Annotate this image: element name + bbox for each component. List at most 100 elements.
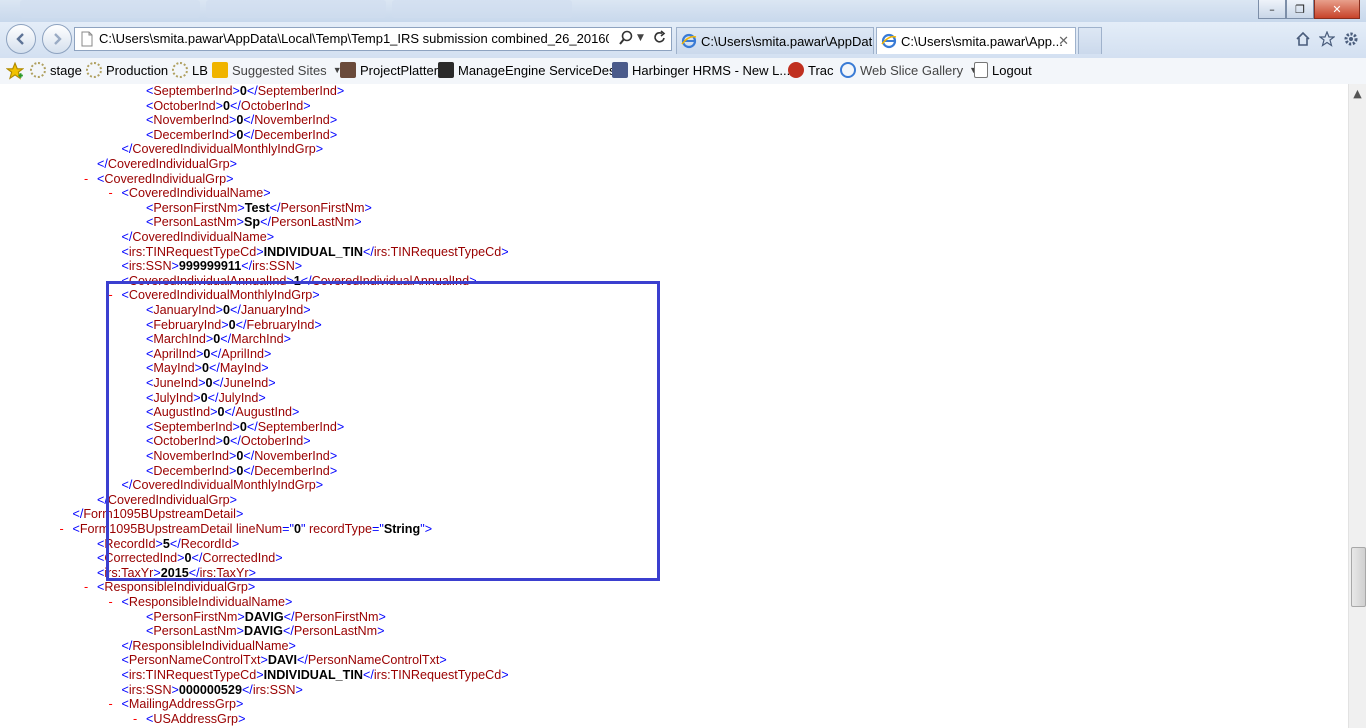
collapse-toggle[interactable]: - <box>109 697 113 712</box>
vertical-scrollbar[interactable]: ▲ <box>1348 84 1366 728</box>
xml-tag-name: irs:SSN <box>128 682 172 697</box>
xml-attribute-value: 0 <box>293 522 301 536</box>
xml-line: <PersonFirstNm>DAVIG</PersonFirstNm> <box>146 610 386 625</box>
xml-line: <OctoberInd>0</OctoberInd> <box>146 99 311 114</box>
favorite-trac[interactable]: Trac <box>788 62 834 78</box>
xml-line: <AugustInd>0</AugustInd> <box>146 405 299 420</box>
favorite-web-slice-gallery[interactable]: Web Slice Gallery ▼ <box>840 62 978 78</box>
xml-bracket: > <box>439 653 447 668</box>
xml-line: </ResponsibleIndividualName> <box>122 639 296 654</box>
collapse-toggle[interactable]: - <box>133 712 137 727</box>
xml-document-view: <SeptemberInd>0</SeptemberInd> <OctoberIn… <box>0 84 1348 728</box>
close-window-button[interactable]: ✕ <box>1314 0 1360 19</box>
favorite-label: ManageEngine ServiceDes... <box>458 62 627 78</box>
xml-tag-name: CoveredIndividualName <box>128 186 264 201</box>
forward-button[interactable] <box>42 24 72 54</box>
xml-tag-name: PersonLastNm <box>270 215 355 230</box>
collapse-toggle[interactable]: - <box>109 186 113 201</box>
favorite-label: Suggested Sites <box>232 62 327 78</box>
xml-line: </Form1095BUpstreamDetail> <box>73 507 244 522</box>
scrollbar-thumb[interactable] <box>1351 547 1366 607</box>
dropdown-icon[interactable]: ▼ <box>637 33 644 43</box>
xml-bracket: > <box>231 536 240 551</box>
favorite-lb[interactable]: LB <box>172 62 208 78</box>
tab-xml-1[interactable]: C:\Users\smita.pawar\AppDat... <box>676 27 874 54</box>
xml-tag-name: CoveredIndividualAnnualInd <box>128 273 287 288</box>
collapse-toggle[interactable]: - <box>109 288 113 303</box>
maximize-button[interactable]: ❐ <box>1286 0 1314 19</box>
collapse-toggle[interactable]: - <box>84 580 88 595</box>
xml-tag-name: JuneInd <box>223 376 269 390</box>
favorite-manageengine[interactable]: ManageEngine ServiceDes... <box>438 62 626 78</box>
ie-icon <box>881 33 897 49</box>
xml-tag-name: PersonFirstNm <box>153 609 238 624</box>
xml-value: 0 <box>184 551 192 566</box>
xml-attribute-value: String <box>383 522 421 536</box>
xml-bracket: </ <box>230 303 241 317</box>
new-tab-button[interactable] <box>1078 27 1102 54</box>
xml-bracket: > <box>264 346 272 361</box>
xml-line: <CorrectedInd>0</CorrectedInd> <box>97 551 283 566</box>
xml-bracket: </ <box>121 230 133 244</box>
xml-bracket: </ <box>230 98 241 113</box>
xml-tag-name: CorrectedInd <box>202 551 276 566</box>
close-tab-icon[interactable]: ✕ <box>1058 33 1069 49</box>
xml-bracket: > <box>232 419 240 434</box>
tab-xml-active[interactable]: C:\Users\smita.pawar\App... ✕ <box>876 27 1076 54</box>
xml-bracket: < <box>121 273 129 288</box>
favorite-label: ProjectPlatter <box>360 62 439 78</box>
address-url[interactable]: C:\Users\smita.pawar\AppData\Local\Temp\… <box>99 31 609 46</box>
favorite-stage[interactable]: stage <box>30 62 82 78</box>
favorite-projectplatter[interactable]: ProjectPlatter <box>340 62 438 78</box>
xml-bracket: </ <box>220 332 232 347</box>
home-icon[interactable] <box>1294 30 1312 48</box>
browser-toolbar-icons <box>1294 30 1360 48</box>
xml-tag-name: OctoberInd <box>153 434 216 449</box>
favorites-star-button[interactable] <box>6 62 24 80</box>
xml-tag-name: ResponsibleIndividualGrp <box>104 580 248 595</box>
xml-bracket: </ <box>207 390 219 405</box>
xml-line: <MailingAddressGrp> <box>122 697 244 712</box>
scroll-up-arrow-icon[interactable]: ▲ <box>1349 84 1366 102</box>
xml-bracket: > <box>247 580 256 595</box>
xml-tag-name: CorrectedInd <box>104 551 178 566</box>
back-button[interactable] <box>6 24 36 54</box>
xml-tag-name: SeptemberInd <box>153 419 233 434</box>
favorite-logout[interactable]: Logout <box>974 62 1032 78</box>
favorite-production[interactable]: Production <box>86 62 168 78</box>
xml-line: <NovemberInd>0</NovemberInd> <box>146 113 337 128</box>
xml-bracket: > <box>303 434 311 449</box>
xml-bracket: > <box>314 317 322 332</box>
xml-tag-name: irs:SSN <box>252 682 296 697</box>
xml-value: 000000529 <box>178 682 242 697</box>
xml-bracket: > <box>283 332 291 347</box>
search-icon[interactable] <box>619 30 633 50</box>
xml-tag-name: PersonLastNm <box>153 215 237 230</box>
favorites-star-icon[interactable] <box>1318 30 1336 48</box>
xml-tag-name: CoveredIndividualAnnualInd <box>311 273 470 288</box>
collapse-toggle[interactable]: - <box>109 595 113 610</box>
collapse-toggle[interactable]: - <box>60 522 64 537</box>
ie-icon <box>840 62 856 78</box>
xml-value: 0 <box>228 317 236 332</box>
xml-bracket: > <box>501 668 509 682</box>
xml-tag-name: Form1095BUpstreamDetail <box>83 507 236 522</box>
xml-line: <PersonLastNm>Sp</PersonLastNm> <box>146 215 362 230</box>
favorite-harbinger-hrms[interactable]: Harbinger HRMS - New L... <box>612 62 790 78</box>
xml-line: <JanuaryInd>0</JanuaryInd> <box>146 303 311 318</box>
gear-icon[interactable] <box>1342 30 1360 48</box>
xml-line: </CoveredIndividualName> <box>122 230 275 245</box>
refresh-icon[interactable] <box>653 30 667 50</box>
address-bar[interactable]: C:\Users\smita.pawar\AppData\Local\Temp\… <box>74 27 672 51</box>
xml-bracket: > <box>336 419 345 434</box>
bing-icon <box>212 62 228 78</box>
favorite-label: Production <box>106 62 169 78</box>
xml-tag-name: irs:TINRequestTypeCd <box>373 244 502 259</box>
window-title-bar: – ❐ ✕ <box>0 0 1366 22</box>
xml-bracket: > <box>171 682 179 697</box>
favorite-suggested-sites[interactable]: Suggested Sites ▼ <box>212 62 342 78</box>
minimize-button[interactable]: – <box>1258 0 1286 19</box>
collapse-toggle[interactable]: - <box>84 172 88 187</box>
xml-tag-name: PersonFirstNm <box>153 200 238 215</box>
xml-tag-name: FebruaryInd <box>246 317 315 332</box>
